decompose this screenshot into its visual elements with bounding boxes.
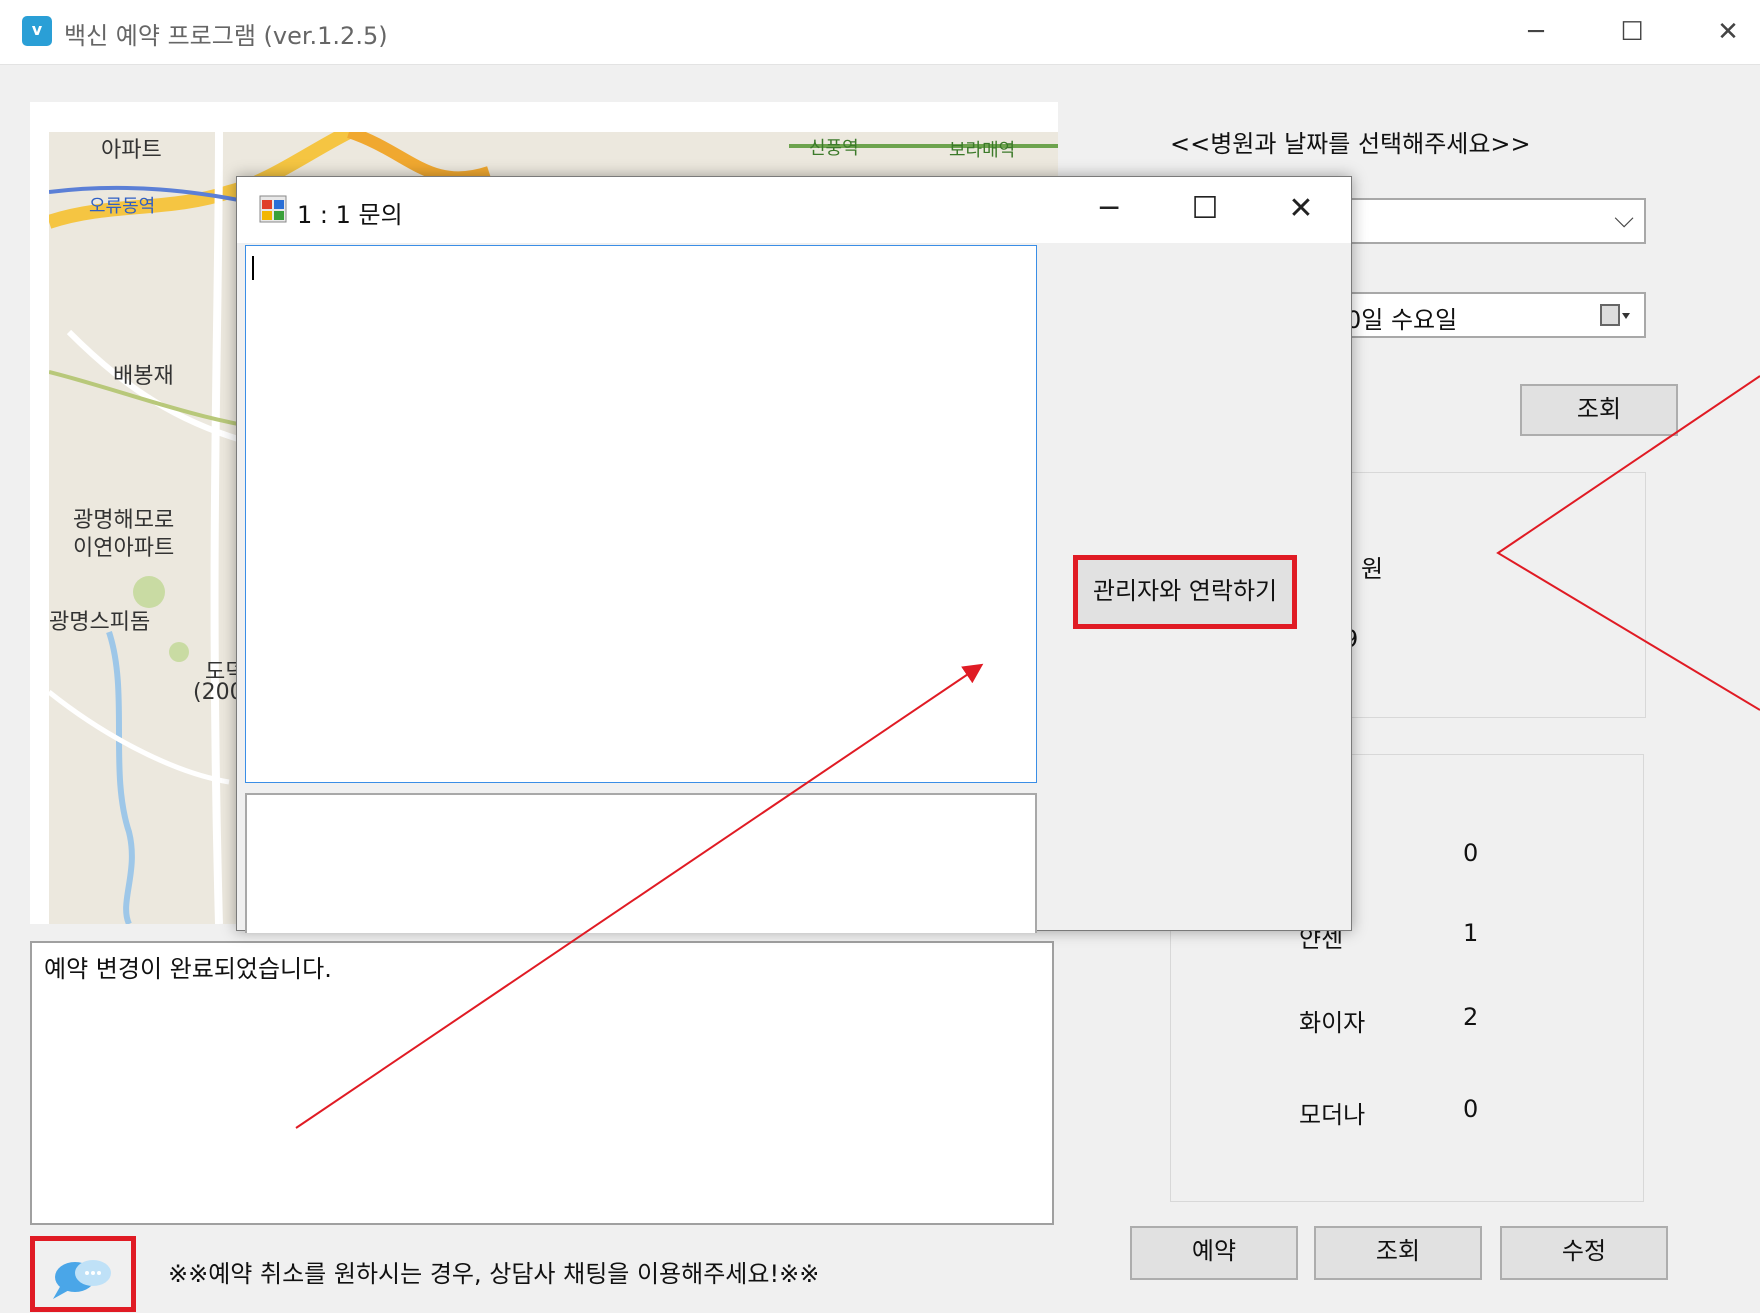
chat-message-input[interactable] <box>245 793 1037 933</box>
vaccine-count: 0 <box>1463 1095 1479 1123</box>
map-label: 신풍역 <box>809 138 859 159</box>
dialog-titlebar: 1 : 1 문의 ─ ☐ ✕ <box>237 177 1351 243</box>
map-label: 아파트 <box>101 138 162 163</box>
map-label: 광명스피돔 <box>49 610 151 635</box>
search-button[interactable]: 조회 <box>1520 384 1678 436</box>
inquiry-dialog: 1 : 1 문의 ─ ☐ ✕ 관리자와 연락하기 <box>236 176 1352 933</box>
vaccine-count: 0 <box>1463 839 1479 867</box>
close-button[interactable]: ✕ <box>1680 0 1760 64</box>
vaccine-name: 모더나 <box>1299 1101 1366 1129</box>
status-log: 예약 변경이 완료되었습니다. <box>30 941 1054 1225</box>
date-picker[interactable]: 0일 수요일 <box>1340 292 1646 338</box>
status-log-text: 예약 변경이 완료되었습니다. <box>44 955 332 983</box>
form-icon <box>259 195 287 223</box>
dialog-close-button[interactable]: ✕ <box>1253 177 1349 243</box>
select-heading: <<병원과 날짜를 선택해주세요>> <box>1170 130 1531 158</box>
maximize-button[interactable]: ☐ <box>1584 0 1680 64</box>
map-label: 보라매역 <box>949 140 1016 161</box>
dialog-minimize-button[interactable]: ─ <box>1061 177 1157 243</box>
calendar-icon[interactable] <box>1600 303 1632 329</box>
vaccine-count: 2 <box>1463 1003 1479 1031</box>
info-text: 원 <box>1361 555 1384 583</box>
consultant-chat-button[interactable] <box>30 1236 136 1312</box>
minimize-button[interactable]: ─ <box>1488 0 1584 64</box>
chevron-down-icon: ⌵ <box>1614 204 1634 234</box>
map-label: 배봉재 <box>113 364 174 389</box>
cancel-notice: ※※예약 취소를 원하시는 경우, 상담사 채팅을 이용해주세요!※※ <box>168 1260 820 1288</box>
chat-bubble-icon <box>53 1260 111 1299</box>
hospital-select[interactable]: ⌵ <box>1340 198 1646 244</box>
map-label: 오류동역 <box>89 196 156 217</box>
chat-history-textarea[interactable] <box>245 245 1037 783</box>
dialog-title: 1 : 1 문의 <box>297 201 403 229</box>
date-picker-value: 0일 수요일 <box>1346 306 1458 334</box>
lookup-button[interactable]: 조회 <box>1314 1226 1482 1280</box>
map-label: 이연아파트 <box>73 536 175 561</box>
text-caret <box>252 256 254 280</box>
dialog-maximize-button[interactable]: ☐ <box>1157 177 1253 243</box>
reserve-button[interactable]: 예약 <box>1130 1226 1298 1280</box>
app-icon: v <box>22 16 52 46</box>
contact-admin-button[interactable]: 관리자와 연락하기 <box>1073 555 1297 629</box>
vaccine-count: 1 <box>1463 919 1479 947</box>
app-title: 백신 예약 프로그램 (ver.1.2.5) <box>64 22 388 50</box>
modify-button[interactable]: 수정 <box>1500 1226 1668 1280</box>
vaccine-name: 화이자 <box>1299 1009 1366 1037</box>
main-titlebar: v 백신 예약 프로그램 (ver.1.2.5) ─ ☐ ✕ <box>0 0 1760 65</box>
